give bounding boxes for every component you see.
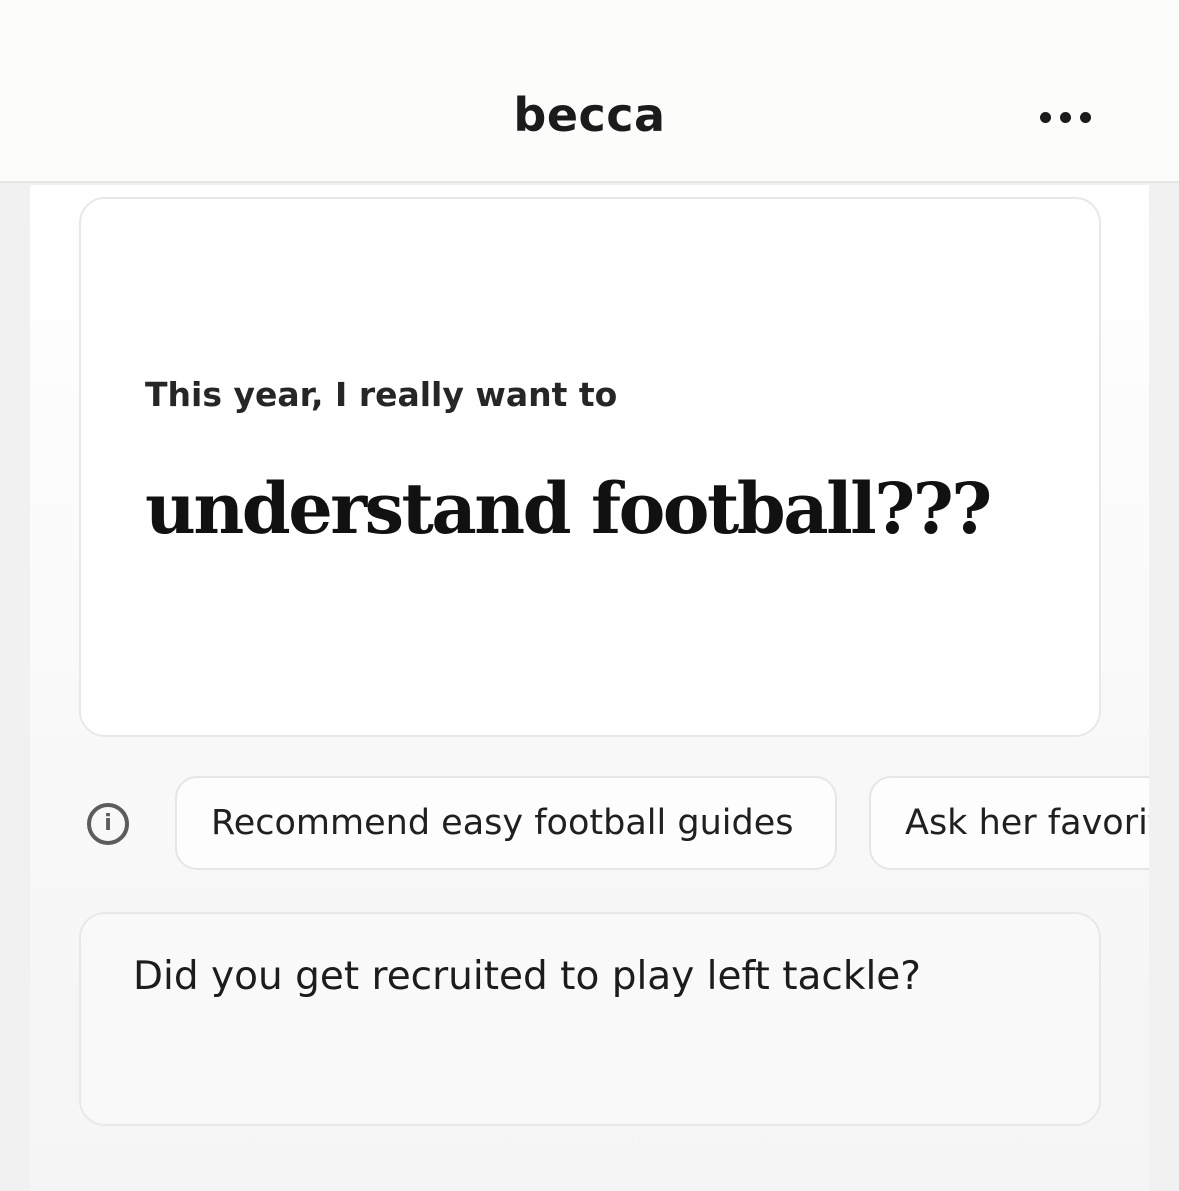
profile-name-title: becca — [513, 88, 666, 142]
top-bar: becca — [0, 0, 1179, 183]
info-glyph: i — [104, 811, 112, 836]
info-icon[interactable]: i — [87, 803, 129, 845]
prompt-answer: understand football??? — [145, 467, 992, 550]
suggestion-chip[interactable]: Ask her favorite — [869, 776, 1149, 870]
more-horizontal-icon-dot — [1059, 111, 1071, 123]
suggestion-chip[interactable]: Recommend easy football guides — [175, 776, 837, 870]
more-horizontal-icon — [1039, 111, 1051, 123]
reply-input-text: Did you get recruited to play left tackl… — [133, 954, 921, 999]
chat-content: This year, I really want to understand f… — [30, 185, 1149, 1191]
prompt-question: This year, I really want to — [145, 375, 618, 414]
suggestion-chip-label: Ask her favorite — [905, 803, 1149, 843]
more-horizontal-icon-dot — [1079, 111, 1091, 123]
profile-prompt-card[interactable]: This year, I really want to understand f… — [79, 197, 1101, 737]
suggestion-chip-label: Recommend easy football guides — [211, 803, 794, 843]
more-options-button[interactable] — [1030, 100, 1100, 134]
reply-input[interactable]: Did you get recruited to play left tackl… — [79, 912, 1101, 1126]
